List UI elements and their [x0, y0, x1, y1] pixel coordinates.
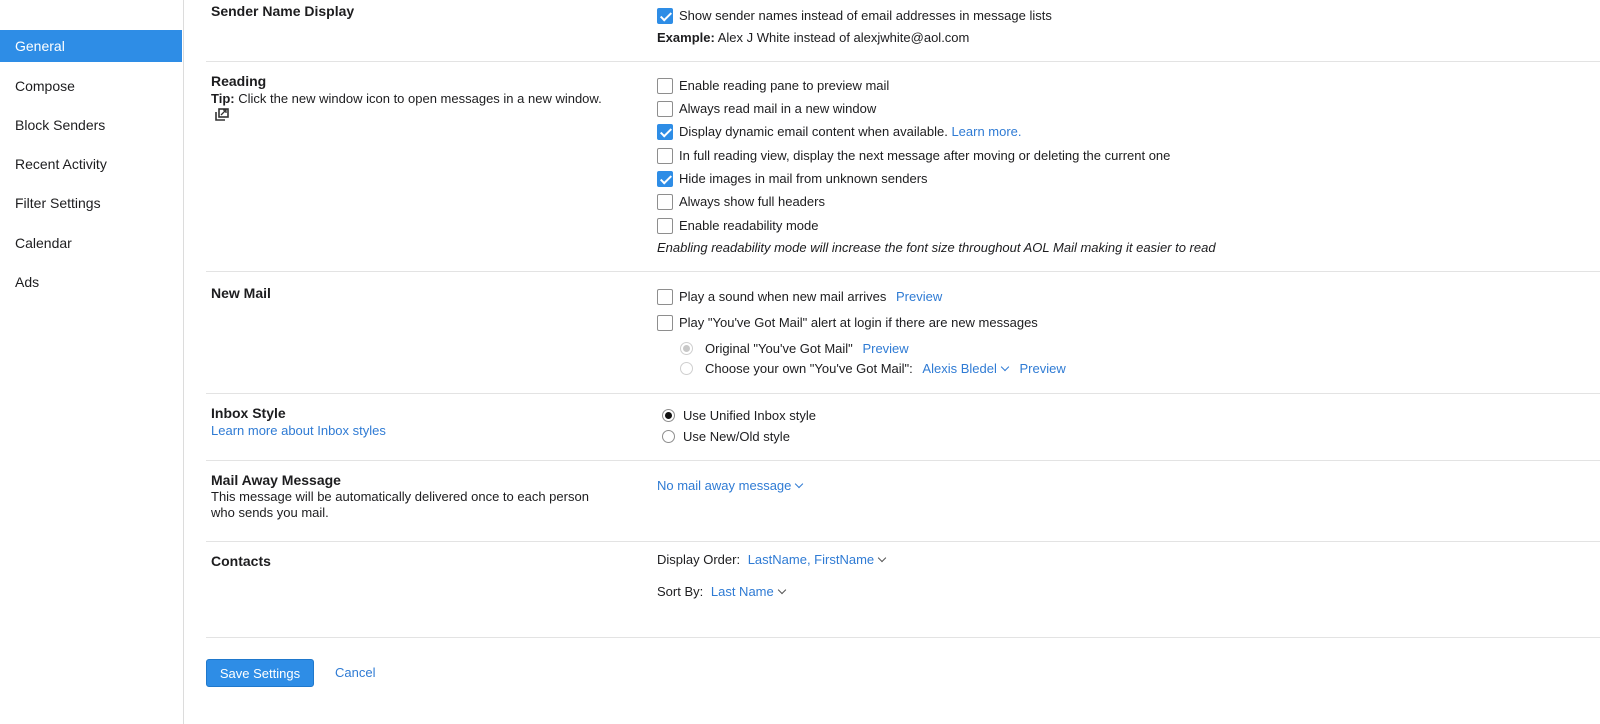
display-order-label: Display Order: — [657, 552, 741, 567]
divider — [206, 541, 1600, 542]
next-message-label: In full reading view, display the next m… — [679, 148, 1171, 163]
new-old-radio[interactable] — [662, 430, 675, 443]
unified-inbox-radio[interactable] — [662, 409, 675, 422]
custom-alert-radio[interactable] — [680, 362, 693, 375]
contacts-title: Contacts — [211, 553, 271, 569]
reading-tip: Tip: Click the new window icon to open m… — [211, 91, 602, 107]
custom-preview-link[interactable]: Preview — [1019, 361, 1065, 376]
original-alert-group: Original "You've Got Mail" Preview — [705, 339, 909, 359]
custom-alert-value: Alexis Bledel — [922, 361, 997, 376]
sidebar-item-filter-settings[interactable]: Filter Settings — [0, 187, 182, 219]
sender-name-title: Sender Name Display — [211, 3, 355, 19]
original-alert-label: Original "You've Got Mail" — [705, 341, 853, 356]
inbox-styles-link[interactable]: Learn more about Inbox styles — [211, 423, 386, 439]
custom-alert-dropdown[interactable]: Alexis Bledel — [922, 361, 1010, 376]
full-headers-label: Always show full headers — [679, 194, 825, 209]
chevron-down-icon — [877, 553, 887, 563]
example-text: Alex J White instead of alexjwhite@aol.c… — [717, 30, 970, 45]
chevron-down-icon — [1000, 362, 1010, 372]
divider — [206, 393, 1600, 394]
mail-away-title: Mail Away Message — [211, 472, 341, 488]
chevron-down-icon — [795, 479, 804, 489]
sound-preview-link[interactable]: Preview — [896, 289, 942, 304]
sender-name-example: Example: Alex J White instead of alexjwh… — [657, 28, 969, 48]
sidebar-item-compose[interactable]: Compose — [0, 70, 182, 102]
mail-away-desc-1: This message will be automatically deliv… — [211, 489, 589, 504]
settings-main: Sender Name Display Show sender names in… — [184, 0, 1600, 724]
new-mail-title: New Mail — [211, 285, 271, 301]
sound-label-group: Play a sound when new mail arrives Previ… — [679, 287, 942, 307]
mail-away-value: No mail away message — [657, 478, 792, 493]
new-window-label: Always read mail in a new window — [679, 101, 877, 116]
alert-label: Play "You've Got Mail" alert at login if… — [679, 315, 1038, 330]
display-order-dropdown[interactable]: LastName, FirstName — [747, 552, 887, 567]
sort-by-row: Sort By: Last Name — [657, 582, 786, 602]
custom-alert-group: Choose your own "You've Got Mail": Alexi… — [705, 359, 1066, 379]
readability-label: Enable readability mode — [679, 218, 819, 233]
chevron-down-icon — [777, 585, 786, 595]
tip-text: Click the new window icon to open messag… — [238, 91, 602, 106]
sound-checkbox[interactable] — [657, 289, 673, 305]
alert-checkbox[interactable] — [657, 315, 673, 331]
readability-note: Enabling readability mode will increase … — [657, 240, 1216, 255]
cancel-button[interactable]: Cancel — [335, 665, 375, 680]
divider — [206, 271, 1600, 272]
unified-inbox-label: Use Unified Inbox style — [683, 408, 816, 423]
save-settings-button[interactable]: Save Settings — [206, 659, 314, 687]
sidebar-item-general[interactable]: General — [0, 30, 182, 62]
example-label: Example: — [657, 30, 715, 45]
divider — [206, 460, 1600, 461]
full-headers-checkbox[interactable] — [657, 194, 673, 210]
reading-pane-label: Enable reading pane to preview mail — [679, 78, 890, 93]
reading-title: Reading — [211, 73, 267, 89]
divider — [206, 637, 1600, 638]
tip-label: Tip: — [211, 91, 235, 106]
sidebar-item-recent-activity[interactable]: Recent Activity — [0, 148, 182, 180]
mail-away-desc-2: who sends you mail. — [211, 505, 329, 520]
original-preview-link[interactable]: Preview — [862, 341, 908, 356]
inbox-style-title: Inbox Style — [211, 405, 286, 421]
sidebar-item-block-senders[interactable]: Block Senders — [0, 109, 182, 141]
sort-by-dropdown[interactable]: Last Name — [710, 584, 786, 599]
sound-label: Play a sound when new mail arrives — [679, 289, 887, 304]
learn-more-link[interactable]: Learn more. — [951, 124, 1021, 139]
dynamic-content-label: Display dynamic email content when avail… — [679, 122, 1022, 142]
display-order-value: LastName, FirstName — [747, 552, 875, 567]
new-old-label: Use New/Old style — [683, 429, 790, 444]
new-window-icon — [215, 108, 229, 121]
original-alert-radio[interactable] — [680, 342, 693, 355]
dynamic-content-text: Display dynamic email content when avail… — [679, 124, 948, 139]
sort-by-value: Last Name — [710, 584, 774, 599]
sort-by-label: Sort By: — [657, 584, 704, 599]
dynamic-content-checkbox[interactable] — [657, 124, 673, 140]
sidebar-item-ads[interactable]: Ads — [0, 266, 182, 298]
readability-checkbox[interactable] — [657, 218, 673, 234]
next-message-checkbox[interactable] — [657, 148, 673, 164]
display-order-row: Display Order: LastName, FirstName — [657, 550, 887, 570]
mail-away-dropdown[interactable]: No mail away message — [657, 476, 804, 496]
sender-name-checkbox[interactable] — [657, 8, 673, 24]
custom-alert-label: Choose your own "You've Got Mail": — [705, 361, 913, 376]
divider — [206, 61, 1600, 62]
hide-images-label: Hide images in mail from unknown senders — [679, 171, 928, 186]
hide-images-checkbox[interactable] — [657, 171, 673, 187]
new-window-checkbox[interactable] — [657, 101, 673, 117]
reading-pane-checkbox[interactable] — [657, 78, 673, 94]
settings-sidebar: General Compose Block Senders Recent Act… — [0, 0, 184, 724]
sender-name-option-label: Show sender names instead of email addre… — [679, 8, 1052, 23]
sidebar-item-calendar[interactable]: Calendar — [0, 227, 182, 259]
